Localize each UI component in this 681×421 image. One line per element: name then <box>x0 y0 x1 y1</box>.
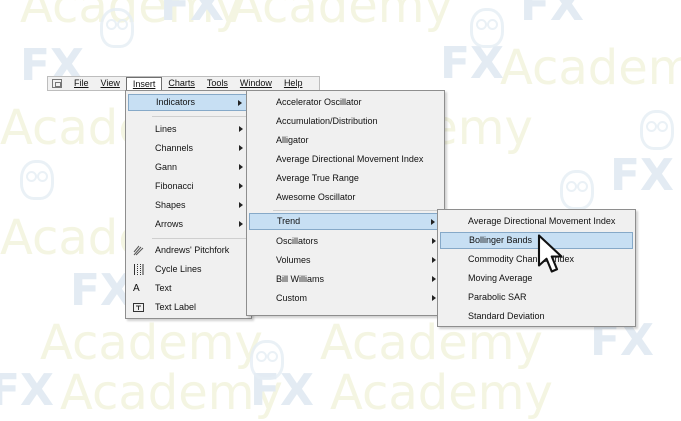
menu-item-indicators[interactable]: Indicators <box>128 94 249 111</box>
menu-item-label: Awesome Oscillator <box>276 192 356 202</box>
menu-item-label: Custom <box>276 293 308 303</box>
watermark-text: FX <box>520 0 584 31</box>
submenu-arrow-icon <box>432 238 436 244</box>
watermark-text: Academy <box>330 365 553 421</box>
menu-item-alligator[interactable]: Alligator <box>249 132 442 149</box>
menu-item-label: Moving Average <box>468 273 533 283</box>
menu-item-fibonacci[interactable]: Fibonacci <box>128 178 249 195</box>
menu-item-arrows[interactable]: Arrows <box>128 216 249 233</box>
submenu-arrow-icon <box>239 183 243 189</box>
owl-watermark-icon <box>250 340 284 380</box>
menu-item-text[interactable]: A Text <box>128 280 249 297</box>
mouse-pointer-icon <box>537 234 563 273</box>
menu-item-volumes[interactable]: Volumes <box>249 252 442 269</box>
text-label-icon <box>133 303 144 312</box>
watermark-text: FX <box>160 0 224 31</box>
menu-item-label: Standard Deviation <box>468 311 545 321</box>
menu-item-label: Arrows <box>155 219 184 229</box>
menu-item-label: Bollinger Bands <box>469 235 533 245</box>
menu-file[interactable]: File <box>68 77 95 90</box>
indicators-submenu: Accelerator Oscillator Accumulation/Dist… <box>246 90 445 316</box>
menu-item-label: Accelerator Oscillator <box>276 97 362 107</box>
submenu-arrow-icon <box>239 164 243 170</box>
submenu-arrow-icon <box>239 145 243 151</box>
menu-item-label: Shapes <box>155 200 186 210</box>
menu-item-label: Cycle Lines <box>155 264 202 274</box>
menu-item-trend[interactable]: Trend <box>249 213 442 230</box>
watermark-text: FX <box>610 150 674 201</box>
menu-item-label: Text <box>155 283 172 293</box>
app-window-icon[interactable] <box>52 79 62 88</box>
menu-separator <box>273 210 440 211</box>
menu-charts[interactable]: Charts <box>162 77 201 90</box>
watermark-text: Academy <box>500 40 681 96</box>
menu-bar: File View Insert Charts Tools Window Hel… <box>47 76 320 92</box>
menu-item-awesome-oscillator[interactable]: Awesome Oscillator <box>249 189 442 206</box>
menu-item-shapes[interactable]: Shapes <box>128 197 249 214</box>
owl-watermark-icon <box>470 8 504 48</box>
menu-item-label: Average Directional Movement Index <box>276 154 424 164</box>
menu-item-custom[interactable]: Custom <box>249 290 442 307</box>
menu-item-average-true-range[interactable]: Average True Range <box>249 170 442 187</box>
menu-item-label: Alligator <box>276 135 309 145</box>
submenu-arrow-icon <box>432 276 436 282</box>
submenu-arrow-icon <box>431 219 435 225</box>
menu-separator <box>152 238 247 239</box>
submenu-arrow-icon <box>239 202 243 208</box>
cycle-lines-icon <box>134 264 144 275</box>
submenu-arrow-icon <box>239 221 243 227</box>
menu-view[interactable]: View <box>95 77 126 90</box>
menu-item-gann[interactable]: Gann <box>128 159 249 176</box>
menu-help[interactable]: Help <box>278 77 309 90</box>
menu-item-label: Accumulation/Distribution <box>276 116 378 126</box>
owl-watermark-icon <box>100 8 134 48</box>
watermark-text: Academy <box>60 365 283 421</box>
menu-item-label: Average Directional Movement Index <box>468 216 616 226</box>
menu-item-label: Gann <box>155 162 178 172</box>
menu-item-label: Fibonacci <box>155 181 194 191</box>
insert-menu: Indicators Lines Channels Gann Fibonacci… <box>125 90 252 319</box>
watermark-text: Academy <box>40 315 263 371</box>
submenu-arrow-icon <box>239 126 243 132</box>
menu-item-label: Average True Range <box>276 173 359 183</box>
watermark-text: Academy <box>230 0 453 34</box>
text-icon: A <box>133 283 140 294</box>
menu-item-lines[interactable]: Lines <box>128 121 249 138</box>
menu-item-label: Andrews' Pitchfork <box>155 245 230 255</box>
menu-item-text-label[interactable]: Text Label <box>128 299 249 316</box>
menu-item-label: Channels <box>155 143 194 153</box>
owl-watermark-icon <box>640 110 674 150</box>
menu-window[interactable]: Window <box>234 77 278 90</box>
menu-item-andrews-pitchfork[interactable]: Andrews' Pitchfork <box>128 242 249 259</box>
menu-item-channels[interactable]: Channels <box>128 140 249 157</box>
menu-item-standard-deviation[interactable]: Standard Deviation <box>440 308 633 325</box>
menu-separator <box>152 116 247 117</box>
menu-item-bill-williams[interactable]: Bill Williams <box>249 271 442 288</box>
pitchfork-icon <box>133 245 144 256</box>
menu-item-label: Volumes <box>276 255 311 265</box>
menu-tools[interactable]: Tools <box>201 77 234 90</box>
menu-item-average-directional-movement-index[interactable]: Average Directional Movement Index <box>249 151 442 168</box>
menu-item-label: Parabolic SAR <box>468 292 527 302</box>
menu-item-label: Oscillators <box>276 236 319 246</box>
owl-watermark-icon <box>560 170 594 210</box>
menu-item-label: Trend <box>277 216 301 226</box>
menu-item-label: Text Label <box>155 302 197 312</box>
submenu-arrow-icon <box>238 100 242 106</box>
owl-watermark-icon <box>20 160 54 200</box>
menu-item-trend-adx[interactable]: Average Directional Movement Index <box>440 213 633 230</box>
submenu-arrow-icon <box>432 257 436 263</box>
watermark-text: FX <box>0 365 54 416</box>
menu-item-parabolic-sar[interactable]: Parabolic SAR <box>440 289 633 306</box>
menu-item-label: Lines <box>155 124 177 134</box>
menu-item-accumulation-distribution[interactable]: Accumulation/Distribution <box>249 113 442 130</box>
menu-item-label: Indicators <box>156 97 196 107</box>
submenu-arrow-icon <box>432 295 436 301</box>
menu-item-accelerator-oscillator[interactable]: Accelerator Oscillator <box>249 94 442 111</box>
menu-item-cycle-lines[interactable]: Cycle Lines <box>128 261 249 278</box>
menu-item-label: Bill Williams <box>276 274 324 284</box>
menu-item-oscillators[interactable]: Oscillators <box>249 233 442 250</box>
